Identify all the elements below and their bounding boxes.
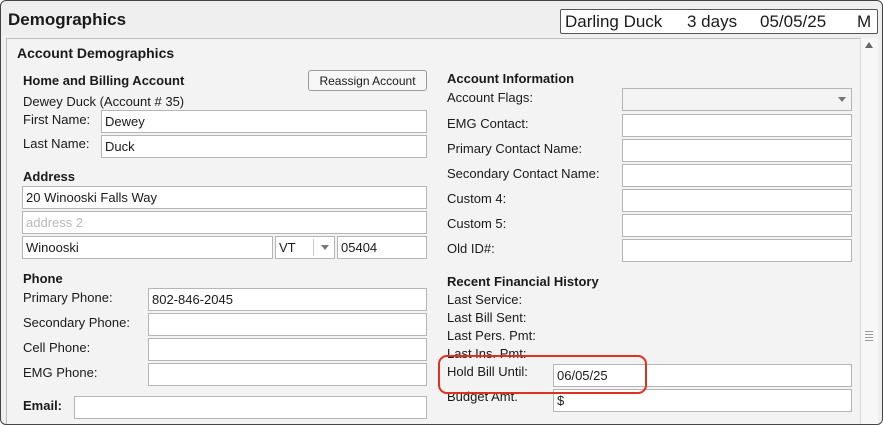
- custom5-label: Custom 5:: [447, 216, 507, 231]
- secondary-phone-field[interactable]: [148, 313, 427, 336]
- emg-phone-label: EMG Phone:: [23, 365, 98, 380]
- chevron-down-icon: [321, 245, 329, 250]
- scroll-up-arrow-icon[interactable]: [865, 42, 873, 48]
- emg-contact-label: EMG Contact:: [447, 116, 529, 131]
- last-name-label: Last Name:: [23, 136, 90, 151]
- section-title-account-demographics: Account Demographics: [17, 45, 175, 61]
- custom5-field[interactable]: [622, 214, 852, 237]
- city-field[interactable]: Winooski: [22, 236, 273, 259]
- address-title: Address: [23, 169, 76, 184]
- scroll-grip-icon: [865, 340, 873, 341]
- select-divider: [313, 239, 314, 256]
- account-information-title: Account Information: [447, 71, 575, 86]
- last-name-field[interactable]: Duck: [101, 135, 427, 158]
- old-id-field[interactable]: [622, 239, 852, 262]
- secondary-contact-field[interactable]: [622, 164, 852, 187]
- cell-phone-label: Cell Phone:: [23, 340, 91, 355]
- zip-field[interactable]: 05404: [337, 236, 427, 259]
- cell-phone-field[interactable]: [148, 338, 427, 361]
- custom4-label: Custom 4:: [447, 191, 507, 206]
- secondary-phone-label: Secondary Phone:: [23, 315, 130, 330]
- account-flags-select[interactable]: [622, 88, 852, 111]
- last-pers-pmt-label: Last Pers. Pmt:: [447, 328, 536, 343]
- email-label: Email:: [23, 398, 63, 413]
- primary-phone-label: Primary Phone:: [23, 290, 113, 305]
- patient-banner: Darling Duck 3 days 05/05/25 M: [560, 9, 878, 34]
- scroll-grip-icon[interactable]: [865, 331, 873, 332]
- primary-contact-field[interactable]: [622, 139, 852, 162]
- financial-history-title: Recent Financial History: [447, 274, 599, 289]
- patient-age: 3 days: [687, 12, 738, 31]
- email-field[interactable]: [74, 396, 427, 419]
- reassign-account-button[interactable]: Reassign Account: [308, 70, 427, 91]
- first-name-label: First Name:: [23, 112, 91, 127]
- address-line1-field[interactable]: 20 Winooski Falls Way: [22, 186, 427, 209]
- state-select[interactable]: VT: [275, 236, 335, 259]
- phone-title: Phone: [23, 271, 63, 286]
- chevron-down-icon: [838, 97, 846, 102]
- address-line2-field[interactable]: address 2: [22, 211, 427, 234]
- scroll-grip-icon: [865, 334, 873, 335]
- patient-sex: M: [857, 12, 872, 31]
- home-billing-title: Home and Billing Account: [23, 73, 185, 88]
- state-value: VT: [279, 240, 296, 255]
- vertical-scrollbar[interactable]: [860, 38, 878, 424]
- account-flags-label: Account Flags:: [447, 90, 533, 105]
- demographics-window: Demographics Darling Duck 3 days 05/05/2…: [0, 0, 883, 425]
- patient-name: Darling Duck: [565, 12, 663, 31]
- annotation-highlight: [438, 355, 647, 394]
- primary-phone-field[interactable]: 802-846-2045: [148, 288, 427, 311]
- secondary-contact-label: Secondary Contact Name:: [447, 166, 600, 181]
- first-name-field[interactable]: Dewey: [101, 110, 427, 133]
- patient-dob: 05/05/25: [760, 12, 827, 31]
- last-bill-sent-label: Last Bill Sent:: [447, 310, 527, 325]
- old-id-label: Old ID#:: [447, 241, 495, 256]
- emg-phone-field[interactable]: [148, 363, 427, 386]
- scroll-grip-icon: [865, 337, 873, 338]
- last-service-label: Last Service:: [447, 292, 523, 307]
- primary-contact-label: Primary Contact Name:: [447, 141, 583, 156]
- emg-contact-field[interactable]: [622, 114, 852, 137]
- custom4-field[interactable]: [622, 189, 852, 212]
- account-holder-line: Dewey Duck (Account # 35): [23, 94, 185, 109]
- page-title: Demographics: [8, 10, 127, 29]
